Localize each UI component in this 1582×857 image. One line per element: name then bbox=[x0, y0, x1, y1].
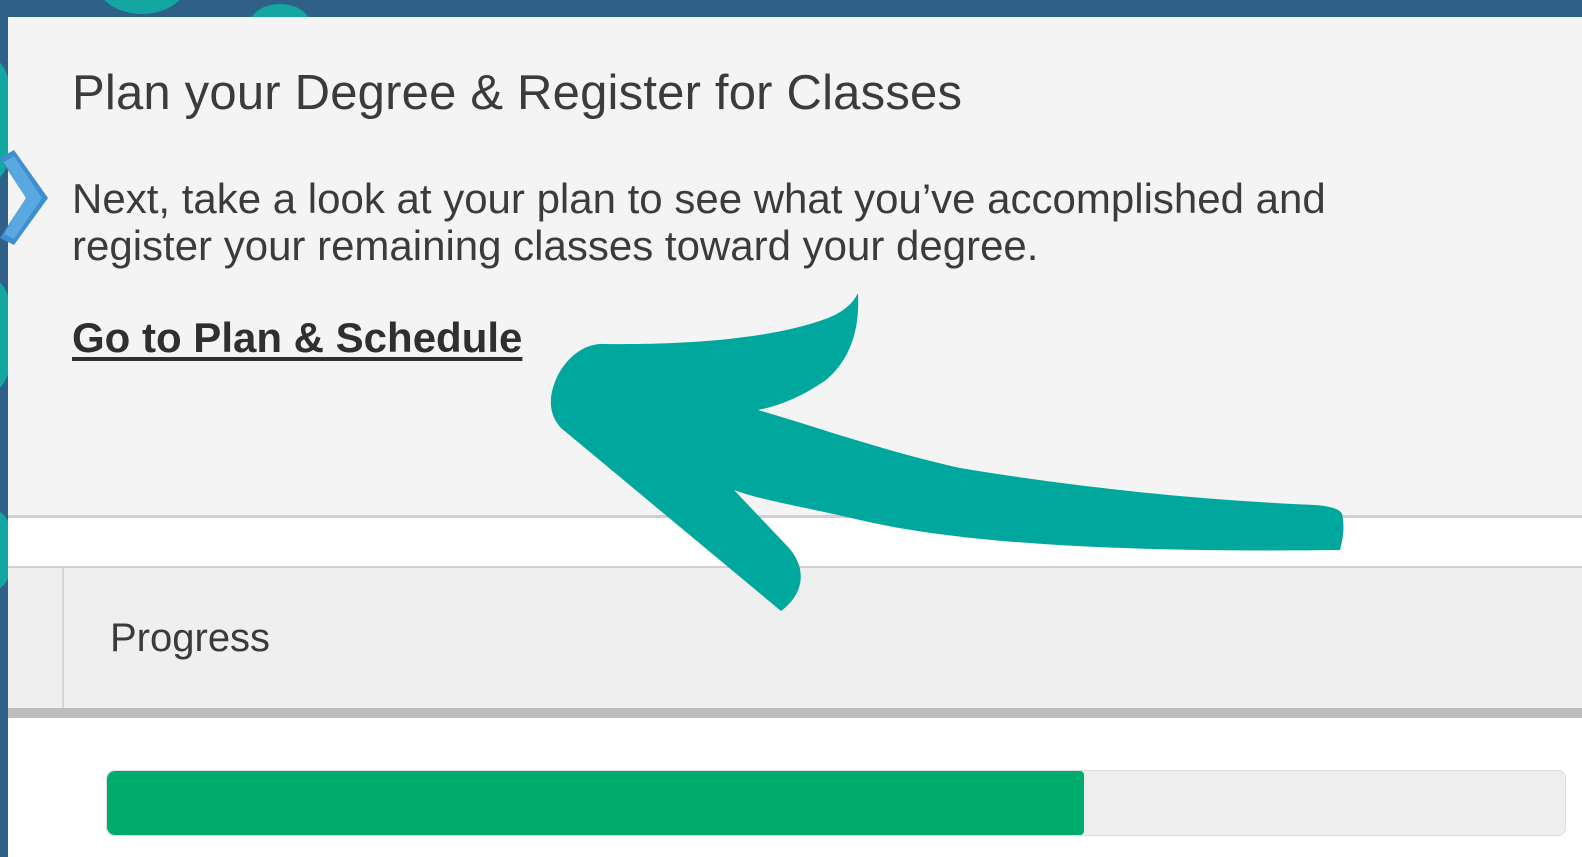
intro-text: Next, take a look at your plan to see wh… bbox=[72, 175, 1326, 269]
progress-bar-fill bbox=[107, 771, 1084, 835]
plan-degree-card: Plan your Degree & Register for Classes … bbox=[8, 17, 1582, 517]
chevron-right-icon bbox=[0, 150, 48, 245]
spacer bbox=[8, 518, 1582, 566]
main-panel: Plan your Degree & Register for Classes … bbox=[8, 17, 1582, 857]
plan-schedule-link[interactable]: Go to Plan & Schedule bbox=[72, 314, 522, 362]
decorative-circle bbox=[96, 0, 188, 14]
page-title: Plan your Degree & Register for Classes bbox=[72, 66, 963, 120]
progress-bar bbox=[106, 770, 1566, 836]
progress-section bbox=[8, 718, 1582, 857]
tab-blank[interactable] bbox=[8, 568, 64, 708]
tab-progress[interactable]: Progress bbox=[110, 616, 270, 661]
tab-bar: Progress bbox=[8, 566, 1582, 708]
tab-underline bbox=[8, 708, 1582, 718]
